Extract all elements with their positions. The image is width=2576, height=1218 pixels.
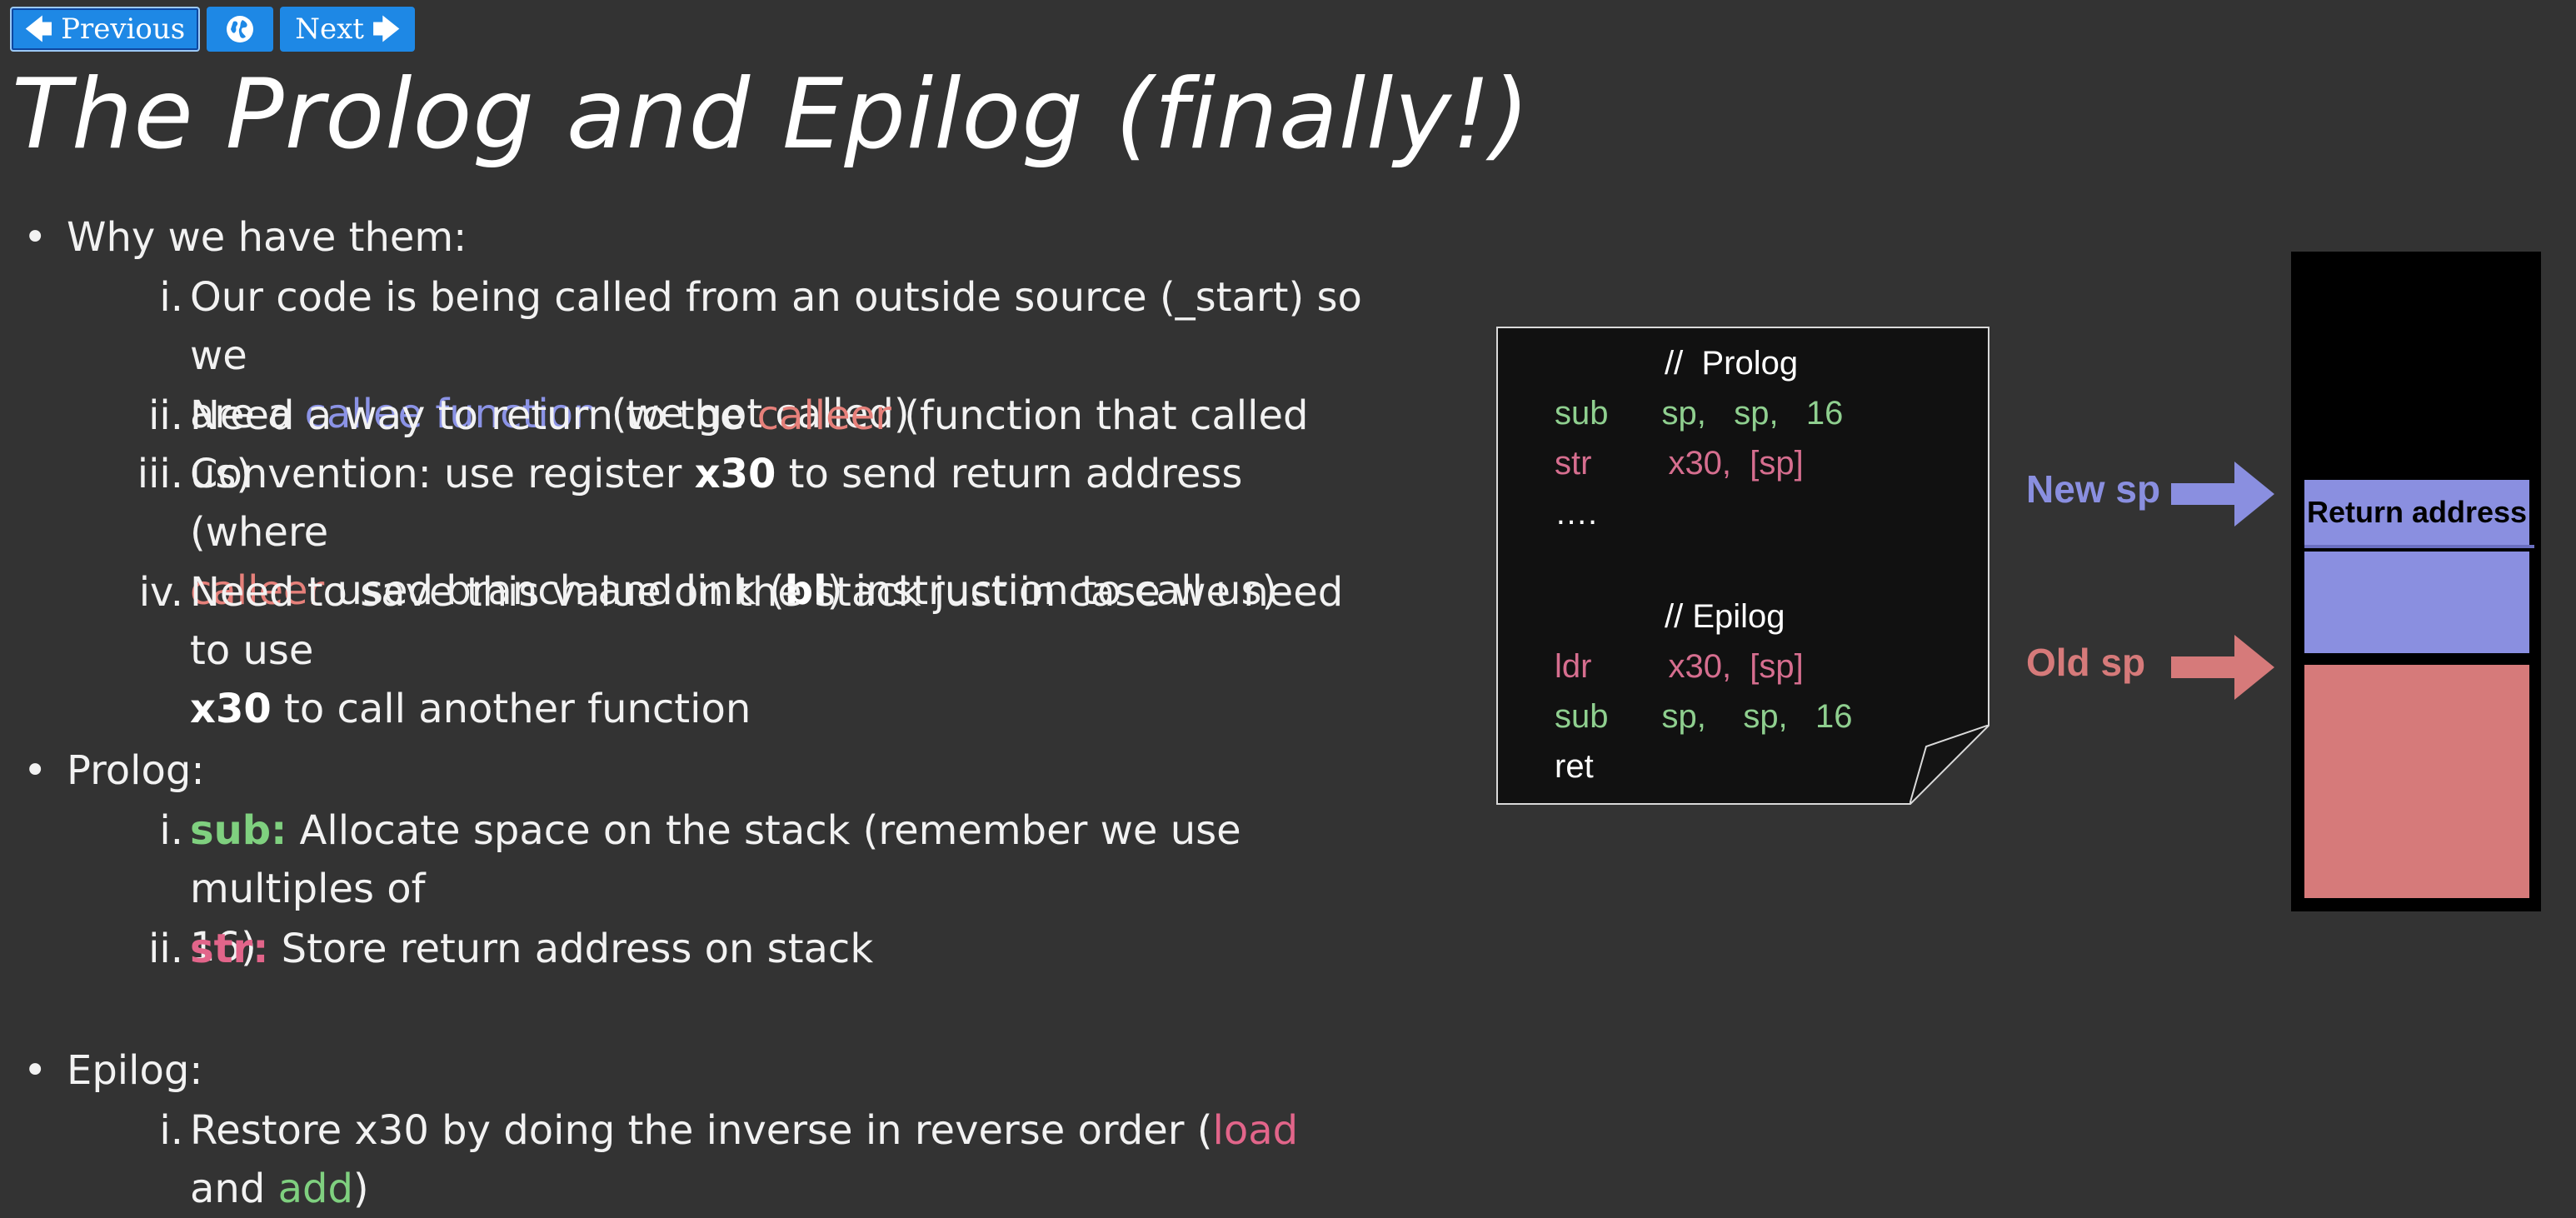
code-line-sub: sub sp, sp, 16: [1555, 395, 1844, 432]
new-sp-arrow-icon: [2171, 462, 2274, 527]
return-address-slot: Return address: [2304, 480, 2529, 545]
old-frame-slot: [2304, 665, 2529, 898]
old-sp-label: Old sp: [2026, 641, 2146, 684]
page-title: The Prolog and Epilog (finally!): [12, 58, 1530, 171]
slide-navigation: 🡄 Previous Next 🡆: [10, 7, 415, 52]
next-button[interactable]: Next 🡆: [280, 7, 415, 52]
code-line-ret: ret: [1555, 748, 1594, 785]
prolog-comment: // Prolog: [1665, 345, 1799, 382]
list-item: iv. Need to save this value on the stack…: [138, 569, 1344, 732]
old-sp-arrow-icon: [2171, 635, 2274, 700]
code-line-str: str x30, [sp]: [1555, 445, 1804, 482]
code-line-ldr: ldr x30, [sp]: [1555, 648, 1804, 685]
list-item: i. Restore x30 by doing the inverse in r…: [159, 1107, 1299, 1212]
code-dots: ….: [1555, 495, 1598, 532]
page-fold-icon: [1910, 725, 1989, 805]
previous-label: Previous: [61, 12, 186, 46]
bullet-prolog: Prolog:: [23, 741, 204, 800]
bullet-epilog: Epilog:: [23, 1041, 203, 1100]
next-label: Next: [295, 12, 364, 46]
new-sp-label: New sp: [2026, 467, 2161, 511]
code-snippet-card: // Prolog sub sp, sp, 16 str x30, [sp] …. …: [1496, 327, 1989, 805]
list-item: ii. str: Store return address on stack: [148, 926, 874, 972]
stack-diagram: Return address: [2291, 252, 2541, 911]
bullet-why: Why we have them:: [23, 208, 467, 267]
previous-button[interactable]: 🡄 Previous: [10, 7, 201, 52]
code-line-sub2: sub sp, sp, 16: [1555, 698, 1853, 735]
slot-divider: [2304, 545, 2534, 548]
new-frame-slot: [2304, 552, 2529, 653]
arrow-left-icon: 🡄: [25, 13, 53, 45]
globe-button[interactable]: [207, 7, 274, 52]
globe-icon: [227, 16, 254, 42]
epilog-comment: // Epilog: [1665, 598, 1785, 635]
arrow-right-icon: 🡆: [372, 13, 400, 45]
